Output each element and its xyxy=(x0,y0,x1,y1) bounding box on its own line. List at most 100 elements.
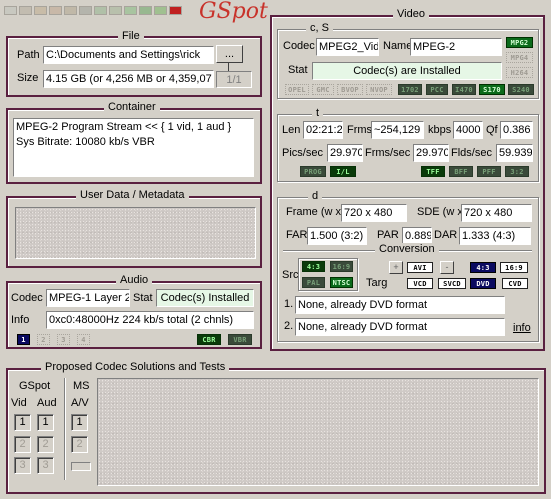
sde-field: 720 x 480 xyxy=(461,204,532,222)
bvop-flag: BVOP xyxy=(337,84,363,95)
len-field: 02:21:2 xyxy=(303,121,343,139)
frame-field: 720 x 480 xyxy=(341,204,407,222)
targ-4-3-button[interactable]: 4:3 xyxy=(470,262,496,273)
swatch[interactable] xyxy=(64,6,77,15)
conversion-1-field: None, already DVD format xyxy=(295,296,505,314)
far-field: 1.500 (3:2) xyxy=(307,227,367,245)
targ-cvd-button[interactable]: CVD xyxy=(502,278,528,289)
container-info-box: MPEG-2 Program Stream << { 1 vid, 1 aud … xyxy=(13,118,254,177)
frms-sec-label: Frms/sec xyxy=(365,147,411,159)
metadata-group-title: User Data / Metadata xyxy=(76,189,189,201)
path-label: Path xyxy=(17,49,40,61)
targ-dvd-button[interactable]: DVD xyxy=(470,278,496,289)
swatch[interactable] xyxy=(109,6,122,15)
swatch[interactable] xyxy=(94,6,107,15)
swatch[interactable] xyxy=(169,6,182,15)
targ-avi-button[interactable]: AVI xyxy=(407,262,433,273)
h264-flag: H264 xyxy=(506,67,533,78)
conversion-2-field: None, already DVD format xyxy=(295,318,505,336)
mpg2-flag: MPG2 xyxy=(506,37,533,48)
proposed-group-title: Proposed Codec Solutions and Tests xyxy=(41,361,230,373)
qf-label: Qf xyxy=(486,124,498,136)
browse-button[interactable]: ... xyxy=(216,45,243,63)
swatch[interactable] xyxy=(19,6,32,15)
frame-label: Frame (w x xyxy=(286,206,341,218)
nvop-flag: NVOP xyxy=(366,84,392,95)
swatch[interactable] xyxy=(34,6,47,15)
dar-label: DAR xyxy=(434,229,458,241)
gmc-flag: GMC xyxy=(312,84,334,95)
vid-solution-2[interactable]: 2 xyxy=(14,436,31,453)
flds-sec-label: Flds/sec xyxy=(451,147,492,159)
av-solution-2[interactable]: 2 xyxy=(71,436,88,453)
audio-codec-field: MPEG-1 Layer 2 xyxy=(46,289,130,307)
av-solution-slot xyxy=(71,462,91,471)
swatch[interactable] xyxy=(124,6,137,15)
conversion-title: Conversion xyxy=(375,243,439,255)
qf-field: 0.386 xyxy=(500,121,533,139)
targ-minus-button[interactable]: - xyxy=(440,261,454,274)
swatch[interactable] xyxy=(154,6,167,15)
video-stat-label: Stat xyxy=(288,64,308,76)
sde-label: SDE (w x xyxy=(417,206,463,218)
app-logo: GSpot xyxy=(199,0,268,24)
audio-stream-1[interactable]: 1 xyxy=(17,334,30,345)
pff-flag: PFF xyxy=(477,166,501,177)
opel-flag: OPEL xyxy=(285,84,309,95)
par-label: PAR xyxy=(377,229,399,241)
swatch[interactable] xyxy=(4,6,17,15)
video-stat-field: Codec(s) are Installed xyxy=(312,62,502,80)
av-label: A/V xyxy=(71,397,89,409)
video-name-label: Name xyxy=(383,40,413,52)
mpg4-flag: MPG4 xyxy=(506,52,533,63)
aud-solution-1[interactable]: 1 xyxy=(37,414,54,431)
len-label: Len xyxy=(282,124,301,136)
timing-subgroup-title: t xyxy=(312,107,324,119)
info-link[interactable]: info xyxy=(513,319,531,337)
audio-stream-2[interactable]: 2 xyxy=(37,334,50,345)
targ-16-9-button[interactable]: 16:9 xyxy=(500,262,528,273)
flds-sec-field: 59.939 xyxy=(496,144,533,162)
s240-flag: S240 xyxy=(508,84,534,95)
s170-flag: S170 xyxy=(479,84,505,95)
src-16-9-flag: 16:9 xyxy=(330,261,353,272)
swatch[interactable] xyxy=(139,6,152,15)
ms-label: MS xyxy=(73,380,90,392)
video-group-title: Video xyxy=(393,8,429,20)
targ-vcd-button[interactable]: VCD xyxy=(407,278,433,289)
interlaced-flag: I/L xyxy=(330,166,356,177)
video-codec-label: Codec xyxy=(283,40,315,52)
vid-solution-1[interactable]: 1 xyxy=(14,414,31,431)
aud-solution-3[interactable]: 3 xyxy=(37,457,54,474)
vid-solution-3[interactable]: 3 xyxy=(14,457,31,474)
dar-field: 1.333 (4:3) xyxy=(459,227,531,245)
aud-solution-2[interactable]: 2 xyxy=(37,436,54,453)
page-counter: 1/1 xyxy=(216,71,252,88)
frms-field: ~254,129 xyxy=(371,121,424,139)
targ-plus-button[interactable]: + xyxy=(389,261,403,274)
audio-stream-3[interactable]: 3 xyxy=(57,334,70,345)
kbps-label: kbps xyxy=(428,124,452,136)
swatch[interactable] xyxy=(49,6,62,15)
audio-cbr-flag: CBR xyxy=(197,334,221,345)
src-ntsc-flag: NTSC xyxy=(330,277,353,288)
audio-codec-label: Codec xyxy=(11,292,43,304)
src-4-3-flag: 4:3 xyxy=(302,261,325,272)
tff-flag: TFF xyxy=(421,166,445,177)
path-field[interactable]: C:\Documents and Settings\rick xyxy=(43,46,214,64)
video-codec-field: MPEG2_Vid xyxy=(316,38,379,56)
aud-label: Aud xyxy=(37,397,57,409)
av-solution-1[interactable]: 1 xyxy=(71,414,88,431)
far-label: FAR xyxy=(286,229,308,241)
audio-stream-4[interactable]: 4 xyxy=(77,334,90,345)
targ-svcd-button[interactable]: SVCD xyxy=(438,278,466,289)
video-name-field: MPEG-2 xyxy=(410,38,502,56)
conversion-2-prefix: 2. xyxy=(284,320,294,332)
container-line-2: Sys Bitrate: 10080 kb/s VBR xyxy=(16,136,155,148)
pcc-flag: PCC xyxy=(426,84,448,95)
audio-vbr-flag: VBR xyxy=(228,334,252,345)
swatch[interactable] xyxy=(79,6,92,15)
frms-label: Frms xyxy=(347,124,373,136)
i470-flag: I470 xyxy=(452,84,476,95)
audio-group-title: Audio xyxy=(116,274,153,286)
